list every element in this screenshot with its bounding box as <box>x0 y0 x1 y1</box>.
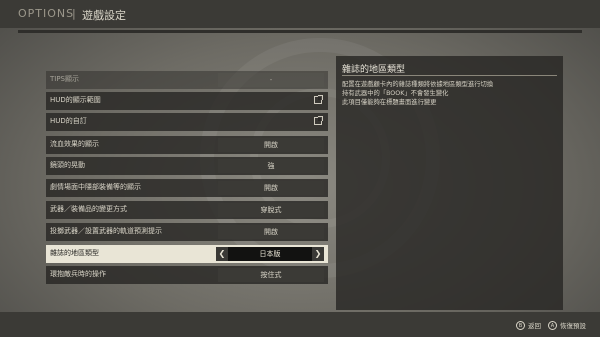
header-divider <box>18 30 582 33</box>
setting-value[interactable]: 按住式 <box>218 268 324 282</box>
setting-value: - <box>218 73 324 87</box>
a-button-icon: A <box>548 320 557 330</box>
setting-label: HUD的顯示範圍 <box>50 96 101 104</box>
setting-label: 流血效果的顯示 <box>50 140 99 148</box>
chevron-right-icon[interactable]: ❯ <box>312 247 324 261</box>
setting-label: 環抱敵兵時的操作 <box>50 270 106 278</box>
setting-row-equip-change[interactable]: 武器／裝備品的變更方式 穿脫式 <box>46 201 328 219</box>
setting-label: HUD的自訂 <box>50 117 87 125</box>
setting-row-blood-effect[interactable]: 流血效果的顯示 開啟 <box>46 136 328 154</box>
page-title: 遊戲設定 <box>82 9 126 22</box>
setting-label: 鏡頭的晃動 <box>50 161 85 169</box>
b-button-icon: B <box>516 320 525 330</box>
setting-value[interactable]: 穿脫式 <box>218 203 324 217</box>
header-section: OPTIONS <box>18 7 75 20</box>
header-separator: | <box>72 7 76 20</box>
setting-value[interactable]: 開啟 <box>218 138 324 152</box>
setting-label: 武器／裝備品的變更方式 <box>50 205 127 213</box>
setting-value[interactable]: 日本版 <box>216 247 324 261</box>
setting-label: 劇情場面中隱部裝備等的顯示 <box>50 183 141 191</box>
chevron-left-icon[interactable]: ❮ <box>216 247 228 261</box>
setting-row-hud-custom[interactable]: HUD的自訂 <box>46 113 328 131</box>
reset-label: 恢復預設 <box>560 322 586 330</box>
description-title: 雜誌的地區類型 <box>342 65 406 75</box>
setting-row-hug-enemy[interactable]: 環抱敵兵時的操作 按住式 <box>46 266 328 284</box>
description-panel: 雜誌的地區類型 配置在遊戲顧卡內的雜誌種類將依據地區類型進行切換 持有武器中的「… <box>336 56 563 310</box>
setting-row-cutscene-display[interactable]: 劇情場面中隱部裝備等的顯示 開啟 <box>46 179 328 197</box>
reset-default-button[interactable]: A 恢復預設 <box>548 320 586 330</box>
external-link-icon <box>314 95 323 104</box>
setting-label: 雜誌的地區類型 <box>50 249 99 257</box>
setting-row-camera-shake[interactable]: 鏡頭的晃動 強 <box>46 157 328 175</box>
setting-value[interactable]: 強 <box>218 159 324 173</box>
setting-row-hud-range[interactable]: HUD的顯示範圍 <box>46 92 328 110</box>
setting-row-tips[interactable]: TIPS顯示 - <box>46 71 328 89</box>
setting-row-trajectory-hint[interactable]: 投擲武器／設置武器的軌道預測提示 開啟 <box>46 223 328 241</box>
description-divider <box>342 75 557 76</box>
setting-value[interactable]: 開啟 <box>218 181 324 195</box>
description-text: 配置在遊戲顧卡內的雜誌種類將依據地區類型進行切換 持有武器中的「BOOK」不會發… <box>342 81 494 106</box>
external-link-icon <box>314 116 323 125</box>
setting-value[interactable]: 開啟 <box>218 225 324 239</box>
footer-bar <box>0 312 600 337</box>
setting-label: TIPS顯示 <box>50 75 80 83</box>
setting-label: 投擲武器／設置武器的軌道預測提示 <box>50 227 162 235</box>
setting-row-magazine-region[interactable]: 雜誌的地區類型 日本版 ❮ ❯ <box>46 245 328 263</box>
back-button[interactable]: B 返回 <box>516 320 541 330</box>
header-bar: OPTIONS | 遊戲設定 <box>0 0 600 28</box>
back-label: 返回 <box>528 322 541 330</box>
